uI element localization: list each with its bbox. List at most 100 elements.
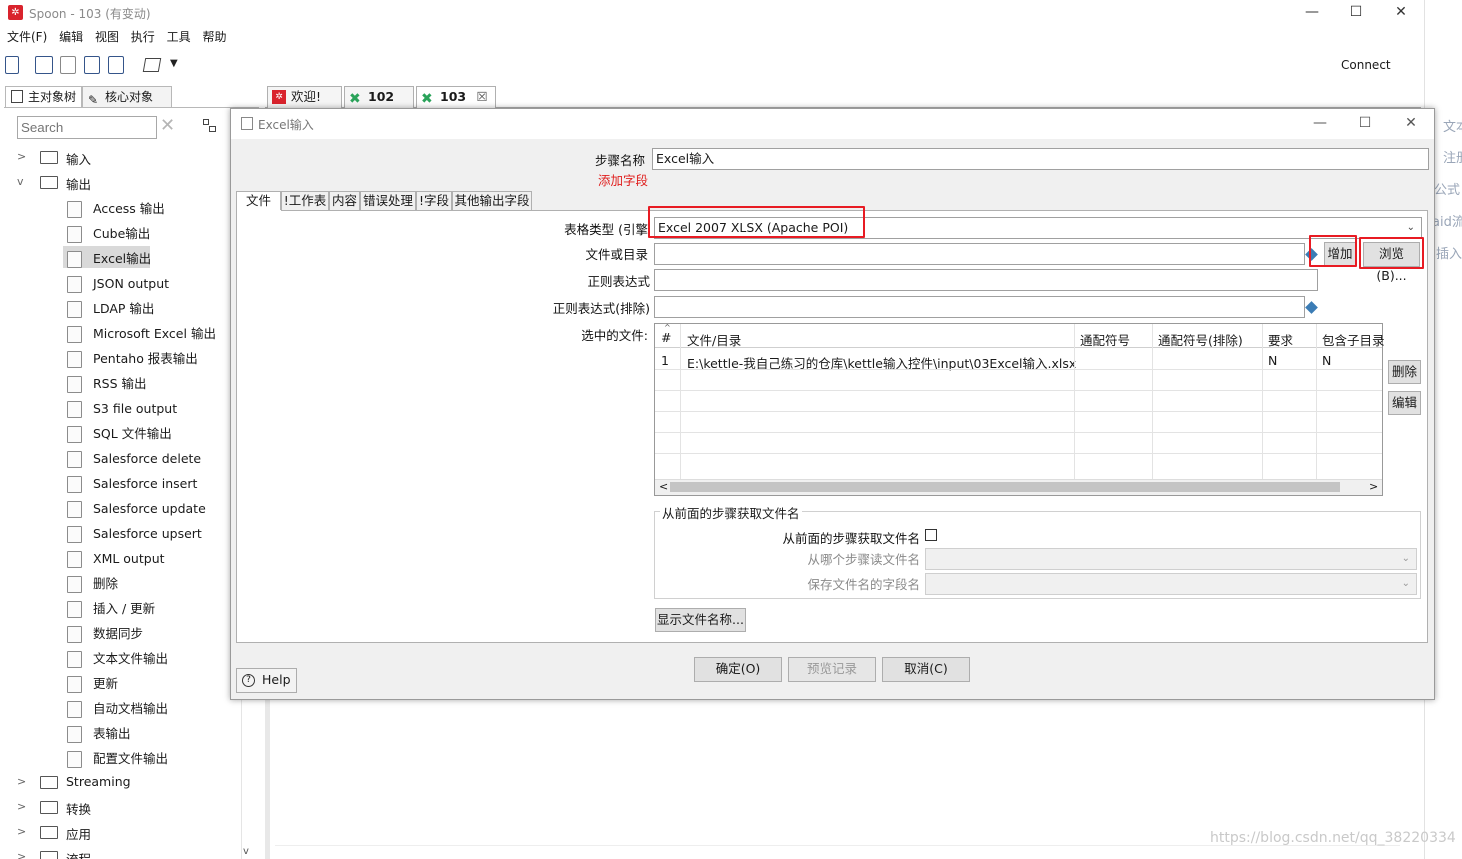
col-header-index[interactable]: # xyxy=(661,330,671,345)
tree-category-flow[interactable]: 流程 xyxy=(66,849,91,859)
tree-category-streaming[interactable]: Streaming xyxy=(66,774,131,789)
dialog-titlebar xyxy=(231,109,1434,139)
save-field-select[interactable]: ⌄ xyxy=(925,573,1417,595)
dialog-close-button[interactable]: ✕ xyxy=(1389,110,1433,136)
tree-item-output-step[interactable]: SQL 文件输出 xyxy=(93,424,172,444)
tree-item-output-step[interactable]: 文本文件输出 xyxy=(93,649,168,669)
explore-repository-icon[interactable] xyxy=(60,56,76,74)
menu-file[interactable]: 文件(F) xyxy=(7,28,47,45)
regex-exclude-input[interactable] xyxy=(654,296,1305,318)
read-from-step-select[interactable]: ⌄ xyxy=(925,548,1417,570)
scroll-left-icon[interactable]: < xyxy=(659,480,668,493)
tree-item-output-step[interactable]: 插入 / 更新 xyxy=(93,599,155,619)
help-icon: ? xyxy=(242,674,255,687)
tab-other-output-fields[interactable]: 其他输出字段 xyxy=(452,191,532,211)
menu-tools[interactable]: 工具 xyxy=(167,28,191,45)
tree-item-output-step[interactable]: S3 file output xyxy=(93,399,177,419)
menu-run[interactable]: 执行 xyxy=(131,28,155,45)
close-tab-icon[interactable]: ☒ xyxy=(476,89,487,104)
chevron-right-icon[interactable]: > xyxy=(17,150,26,163)
chevron-right-icon[interactable]: > xyxy=(17,825,26,838)
help-button[interactable]: ? Help xyxy=(236,668,297,693)
preview-button[interactable]: 预览记录 xyxy=(788,657,876,682)
show-filenames-button[interactable]: 显示文件名称... xyxy=(655,608,746,632)
tree-item-output-step[interactable]: Salesforce insert xyxy=(93,474,197,494)
layers-dropdown-icon[interactable]: ▼ xyxy=(170,58,178,69)
dialog-maximize-button[interactable]: ☐ xyxy=(1343,110,1387,136)
add-field-link[interactable]: 添加字段 xyxy=(560,170,648,189)
tree-item-output-step[interactable]: 配置文件输出 xyxy=(93,749,168,769)
regex-input[interactable] xyxy=(654,269,1318,291)
tree-category-application[interactable]: 应用 xyxy=(66,824,91,843)
tab-core-objects[interactable]: ✎ 核心对象 xyxy=(82,86,172,108)
tree-item-output-step[interactable]: JSON output xyxy=(93,274,169,294)
tab-fields[interactable]: !字段 xyxy=(416,191,452,211)
file-or-dir-input[interactable] xyxy=(654,243,1305,265)
help-button-label: Help xyxy=(262,672,291,687)
tree-item-output-step[interactable]: Microsoft Excel 输出 xyxy=(93,324,216,344)
tab-103[interactable]: ✖ 103 ☒ xyxy=(416,86,496,108)
tree-item-output-step[interactable]: RSS 输出 xyxy=(93,374,147,394)
minimize-button[interactable]: — xyxy=(1289,0,1335,26)
tab-error-handling[interactable]: 错误处理 xyxy=(360,191,416,211)
tree-item-output-step[interactable]: Salesforce upsert xyxy=(93,524,202,544)
clear-search-icon[interactable]: ✕ xyxy=(160,115,175,136)
tree-item-output-step[interactable]: 自动文档输出 xyxy=(93,699,168,719)
folder-icon xyxy=(40,826,58,839)
menu-edit[interactable]: 编辑 xyxy=(59,28,83,45)
scroll-right-icon[interactable]: > xyxy=(1369,480,1378,493)
search-input[interactable] xyxy=(17,116,157,139)
tree-item-output-step[interactable]: Access 输出 xyxy=(93,199,165,219)
toolbar xyxy=(0,52,1424,80)
chevron-right-icon[interactable]: > xyxy=(17,800,26,813)
edit-button[interactable]: 编辑 xyxy=(1388,391,1421,415)
table-cell-required[interactable]: N xyxy=(1268,353,1277,368)
tab-worksheet[interactable]: !工作表 xyxy=(281,191,329,211)
layers-icon[interactable] xyxy=(142,58,162,72)
maximize-button[interactable]: ☐ xyxy=(1333,0,1379,26)
step-name-input[interactable]: Excel输入 xyxy=(652,148,1429,170)
delete-button[interactable]: 删除 xyxy=(1388,360,1421,384)
tree-item-output-step[interactable]: Salesforce update xyxy=(93,499,206,519)
tree-category-output[interactable]: 输出 xyxy=(66,174,91,193)
close-button[interactable]: ✕ xyxy=(1378,0,1424,26)
tab-102[interactable]: ✖ 102 xyxy=(344,86,414,108)
new-file-icon[interactable] xyxy=(5,56,19,74)
accept-from-prev-checkbox[interactable] xyxy=(925,529,937,541)
menu-view[interactable]: 视图 xyxy=(95,28,119,45)
tree-item-output-step[interactable]: 删除 xyxy=(93,574,118,594)
tab-main-tree[interactable]: 主对象树 xyxy=(5,86,82,108)
open-folder-icon[interactable] xyxy=(35,56,53,74)
tree-item-output-step[interactable]: Excel输出 xyxy=(93,249,151,269)
tree-item-output-step[interactable]: 表输出 xyxy=(93,724,131,744)
tree-item-output-step[interactable]: 更新 xyxy=(93,674,118,694)
output-step-icon xyxy=(67,726,82,743)
chevron-down-icon[interactable]: v xyxy=(17,175,24,188)
tree-item-output-step[interactable]: LDAP 输出 xyxy=(93,299,154,319)
ok-button[interactable]: 确定(O) xyxy=(694,657,782,682)
tree-item-output-step[interactable]: Cube输出 xyxy=(93,224,150,244)
canvas-horizontal-scrollbar[interactable] xyxy=(275,845,1400,857)
connect-button[interactable]: Connect xyxy=(1341,58,1391,72)
save-icon[interactable] xyxy=(84,56,100,74)
tab-welcome[interactable]: ✲ 欢迎! xyxy=(267,86,342,108)
cancel-button[interactable]: 取消(C) xyxy=(882,657,970,682)
dialog-minimize-button[interactable]: — xyxy=(1298,110,1342,136)
tree-category-input[interactable]: 输入 xyxy=(66,149,91,168)
tree-item-output-step[interactable]: Pentaho 报表输出 xyxy=(93,349,198,369)
tree-item-output-step[interactable]: XML output xyxy=(93,549,165,569)
tree-item-output-step[interactable]: Salesforce delete xyxy=(93,449,201,469)
tree-item-output-step[interactable]: 数据同步 xyxy=(93,624,143,644)
save-as-icon[interactable] xyxy=(108,56,124,74)
table-cell-include-subdirs[interactable]: N xyxy=(1322,353,1331,368)
menu-help[interactable]: 帮助 xyxy=(202,28,226,45)
chevron-right-icon[interactable]: > xyxy=(17,775,26,788)
chevron-right-icon[interactable]: > xyxy=(17,850,26,859)
tab-content[interactable]: 内容 xyxy=(329,191,360,211)
group-title: 从前面的步骤获取文件名 xyxy=(660,503,802,522)
expand-collapse-tree-icon[interactable] xyxy=(203,119,217,133)
tab-file[interactable]: 文件 xyxy=(236,191,281,212)
tree-category-transform[interactable]: 转换 xyxy=(66,799,91,818)
grid-scroll-thumb[interactable] xyxy=(670,482,1340,492)
scroll-down-icon[interactable]: v xyxy=(243,846,249,857)
